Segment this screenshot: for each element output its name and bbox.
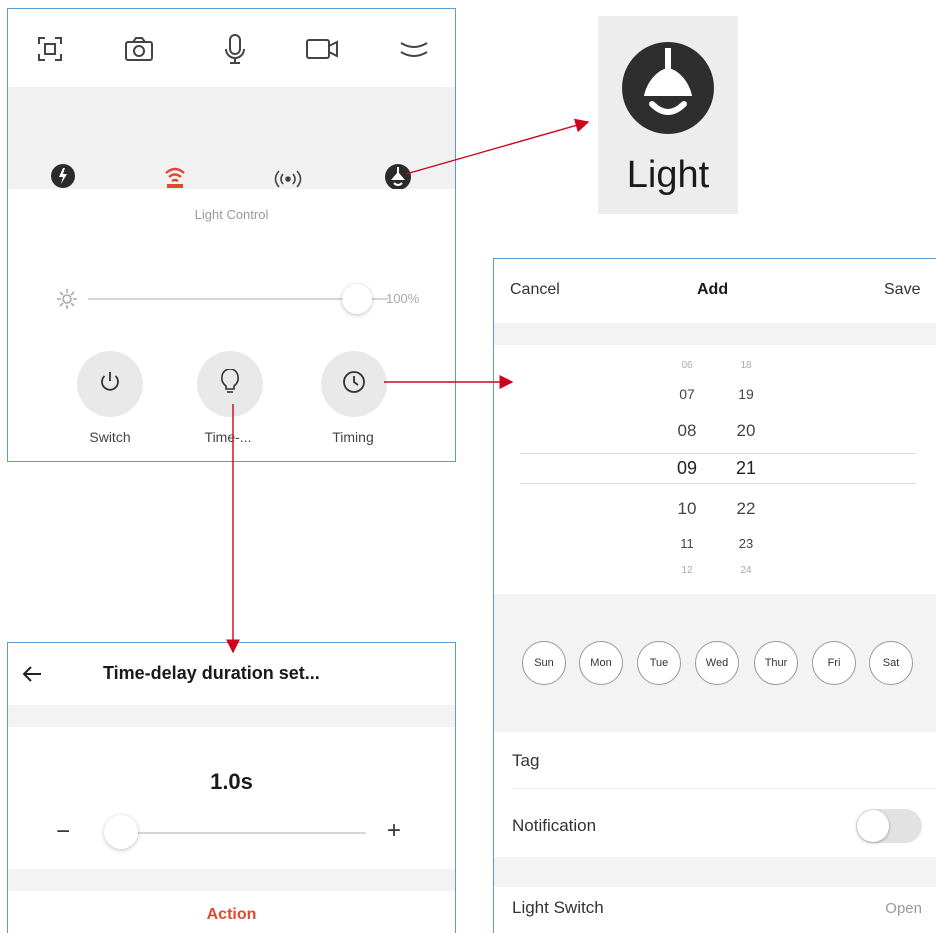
tag-row[interactable]: Tag [512, 751, 539, 771]
time-delay-label: Time-... [204, 429, 252, 445]
day-thur[interactable]: Thur [754, 641, 798, 685]
hour-selected[interactable]: 09 [667, 458, 707, 479]
separator-band [494, 323, 936, 345]
hour-item[interactable]: 07 [667, 386, 707, 402]
minute-item[interactable]: 19 [726, 386, 766, 402]
minute-selected[interactable]: 21 [726, 458, 766, 479]
notification-label: Notification [512, 816, 597, 835]
decrease-button[interactable]: − [56, 818, 70, 846]
section-title: Light Control [194, 207, 269, 222]
add-timer-panel: Cancel Add Save 06 18 07 19 08 20 09 21 … [493, 258, 936, 933]
bulb-icon [218, 367, 242, 400]
microphone-icon[interactable] [217, 31, 253, 67]
brightness-percent: 100% [386, 291, 420, 306]
switch-button[interactable] [77, 351, 143, 417]
delay-slider-thumb[interactable] [104, 815, 138, 849]
screenshot-icon[interactable] [32, 31, 68, 67]
picker-selection-top [520, 453, 916, 454]
light-control-panel: Light Control 100% Switch Time-... Timin… [7, 8, 456, 462]
separator-band [8, 869, 455, 891]
minute-item[interactable]: 22 [726, 499, 766, 519]
switch-label: Switch [89, 429, 131, 445]
delay-value: 1.0s [210, 769, 253, 794]
save-button[interactable]: Save [884, 281, 920, 299]
wireless-signal-icon[interactable] [273, 169, 303, 195]
video-icon[interactable] [304, 31, 340, 67]
delay-slider-track[interactable] [136, 832, 366, 834]
light-icon [620, 40, 716, 141]
increase-button[interactable]: + [387, 817, 401, 845]
hour-item[interactable]: 08 [667, 421, 707, 441]
hour-item[interactable]: 11 [667, 536, 707, 551]
minute-item[interactable]: 23 [726, 536, 766, 551]
light-switch-label[interactable]: Light Switch [512, 898, 604, 918]
action-label[interactable]: Action [8, 906, 455, 924]
back-arrow-icon[interactable] [22, 665, 42, 688]
notification-toggle[interactable] [856, 809, 922, 843]
brightness-slider-thumb[interactable] [342, 284, 372, 314]
separator-band [8, 705, 455, 727]
timing-label: Timing [332, 429, 374, 445]
light-label: Light [626, 154, 710, 196]
cancel-button[interactable]: Cancel [510, 281, 560, 299]
toggle-knob [857, 810, 889, 842]
day-sun[interactable]: Sun [522, 641, 566, 685]
page-title: Time-delay duration set... [103, 663, 320, 683]
light-icon[interactable] [383, 163, 413, 189]
time-delay-panel: Time-delay duration set... 1.0s − + Acti… [7, 642, 456, 933]
camera-icon[interactable] [121, 31, 157, 67]
row-divider [512, 788, 936, 789]
power-icon [98, 370, 122, 399]
day-fri[interactable]: Fri [812, 641, 856, 685]
picker-selection-bottom [520, 483, 916, 484]
separator-band [494, 857, 936, 887]
day-wed[interactable]: Wed [695, 641, 739, 685]
timing-button[interactable] [321, 351, 387, 417]
clock-icon [341, 369, 367, 400]
light-icon-preview: Light [598, 16, 738, 214]
brightness-icon [56, 288, 78, 315]
light-switch-value: Open [885, 900, 922, 917]
day-sat[interactable]: Sat [869, 641, 913, 685]
day-mon[interactable]: Mon [579, 641, 623, 685]
minute-item[interactable]: 20 [726, 421, 766, 441]
day-tue[interactable]: Tue [637, 641, 681, 685]
minute-item[interactable]: 24 [726, 565, 766, 576]
hour-item[interactable]: 10 [667, 499, 707, 519]
page-title: Add [697, 281, 729, 298]
hour-item[interactable]: 06 [667, 360, 707, 371]
mode-icon-2-active[interactable] [160, 163, 190, 189]
hour-item[interactable]: 12 [667, 565, 707, 576]
mode-icon-1[interactable] [48, 163, 78, 189]
time-delay-button[interactable] [197, 351, 263, 417]
minute-item[interactable]: 18 [726, 360, 766, 371]
collapse-icon[interactable] [396, 31, 432, 67]
